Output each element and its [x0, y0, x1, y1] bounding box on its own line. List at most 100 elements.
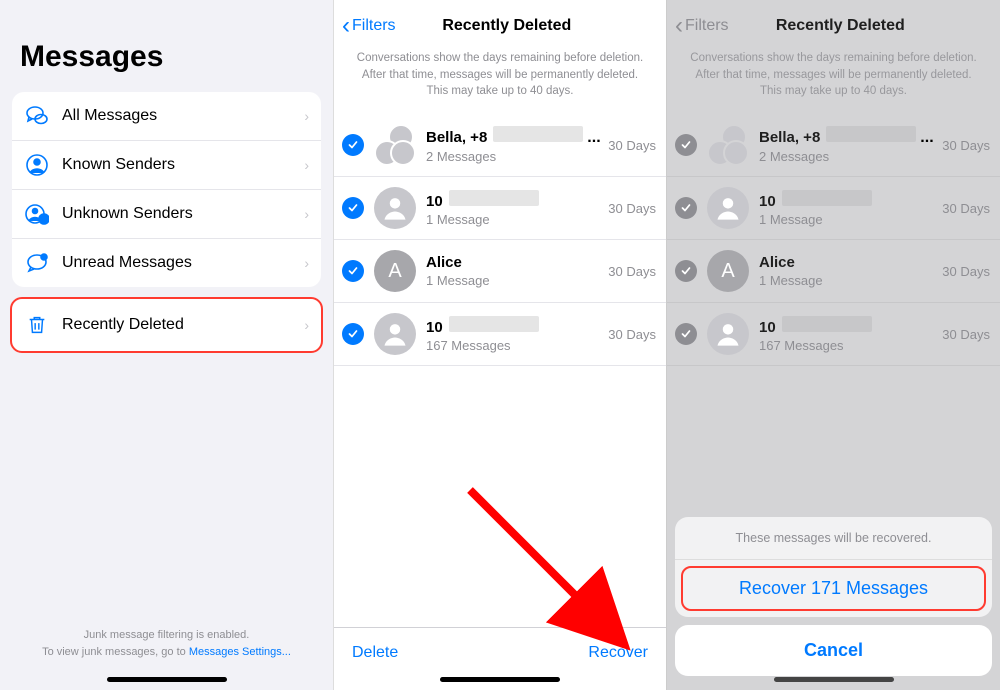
- avatar: A: [374, 250, 416, 292]
- nav-bar: ‹ Filters Recently Deleted: [334, 0, 666, 50]
- bubble-dot-icon: [24, 250, 50, 276]
- person-question-icon: ?: [24, 201, 50, 227]
- filter-label: Recently Deleted: [62, 316, 304, 334]
- messages-settings-link[interactable]: Messages Settings...: [189, 646, 291, 658]
- avatar: [374, 187, 416, 229]
- messages-filters-pane: Messages All Messages › Known Senders › …: [0, 0, 333, 690]
- footer-line: To view junk messages, go to Messages Se…: [20, 644, 313, 661]
- avatar: A: [707, 250, 749, 292]
- filter-all-messages[interactable]: All Messages ›: [12, 92, 321, 141]
- recover-messages-button[interactable]: Recover 171 Messages: [681, 566, 986, 611]
- chevron-right-icon: ›: [304, 317, 309, 333]
- cancel-button[interactable]: Cancel: [675, 625, 992, 676]
- ellipsis: ...: [920, 129, 933, 147]
- selection-checkmark[interactable]: [675, 323, 697, 345]
- conversation-main: Bella, +8...2 Messages: [426, 126, 602, 164]
- deletion-info-text: Conversations show the days remaining be…: [334, 50, 666, 114]
- home-indicator[interactable]: [440, 677, 560, 682]
- message-count: 167 Messages: [426, 338, 602, 353]
- nav-bar: ‹ Filters Recently Deleted: [667, 0, 1000, 50]
- conversation-main: 10 167 Messages: [426, 316, 602, 353]
- days-remaining: 30 Days: [936, 201, 990, 216]
- redacted-text: [826, 126, 916, 142]
- days-remaining: 30 Days: [936, 138, 990, 153]
- message-count: 2 Messages: [426, 149, 602, 164]
- filter-label: Unknown Senders: [62, 205, 304, 223]
- days-remaining: 30 Days: [602, 327, 656, 342]
- avatar: [707, 313, 749, 355]
- trash-icon: [24, 312, 50, 338]
- conversation-row[interactable]: 10 167 Messages30 Days: [334, 303, 666, 366]
- delete-button[interactable]: Delete: [352, 644, 398, 662]
- selection-checkmark[interactable]: [342, 260, 364, 282]
- message-count: 1 Message: [426, 212, 602, 227]
- chevron-right-icon: ›: [304, 108, 309, 124]
- conversation-name: 10: [426, 193, 443, 210]
- footer-line: Junk message filtering is enabled.: [20, 627, 313, 644]
- conversation-main: 10 1 Message: [426, 190, 602, 227]
- conversation-row[interactable]: 10 1 Message30 Days: [334, 177, 666, 240]
- avatar: [707, 124, 749, 166]
- message-count: 2 Messages: [759, 149, 936, 164]
- selection-checkmark[interactable]: [342, 197, 364, 219]
- home-indicator[interactable]: [107, 677, 227, 682]
- person-circle-icon: [24, 152, 50, 178]
- selection-checkmark[interactable]: [342, 134, 364, 156]
- conversation-list: Bella, +8...2 Messages30 Days101 Message…: [334, 114, 666, 366]
- conversation-row[interactable]: 10 1 Message30 Days: [667, 177, 1000, 240]
- redacted-text: [449, 316, 539, 332]
- selection-checkmark[interactable]: [675, 134, 697, 156]
- days-remaining: 30 Days: [936, 327, 990, 342]
- svg-text:?: ?: [42, 217, 46, 224]
- recover-button[interactable]: Recover: [588, 644, 648, 662]
- conversation-main: Bella, +8... 2 Messages: [759, 126, 936, 164]
- conversation-row[interactable]: 10167 Messages30 Days: [667, 303, 1000, 366]
- message-count: 1 Message: [759, 273, 936, 288]
- chevron-left-icon: ‹: [342, 12, 350, 40]
- days-remaining: 30 Days: [602, 201, 656, 216]
- conversation-main: 10 1 Message: [759, 190, 936, 227]
- conversation-name: 10: [426, 319, 443, 336]
- redacted-text: [449, 190, 539, 206]
- selection-checkmark[interactable]: [342, 323, 364, 345]
- home-indicator[interactable]: [774, 677, 894, 682]
- filter-unread-messages[interactable]: Unread Messages ›: [12, 239, 321, 287]
- avatar: [707, 187, 749, 229]
- chevron-right-icon: ›: [304, 255, 309, 271]
- recently-deleted-sheet-pane: ‹ Filters Recently Deleted Conversations…: [666, 0, 1000, 690]
- conversation-name: 10: [759, 193, 776, 210]
- days-remaining: 30 Days: [936, 264, 990, 279]
- sheet-info-text: These messages will be recovered.: [675, 517, 992, 560]
- message-count: 1 Message: [759, 212, 936, 227]
- page-title: Messages: [0, 0, 333, 92]
- filter-unknown-senders[interactable]: ? Unknown Senders ›: [12, 190, 321, 239]
- conversation-row[interactable]: Bella, +8...2 Messages30 Days: [334, 114, 666, 177]
- nav-title: Recently Deleted: [689, 17, 992, 35]
- chevron-right-icon: ›: [304, 157, 309, 173]
- conversation-list: Bella, +8...2 Messages30 Days101 Message…: [667, 114, 1000, 366]
- redacted-text: [782, 316, 872, 332]
- selection-checkmark[interactable]: [675, 260, 697, 282]
- deletion-info-text: Conversations show the days remaining be…: [667, 50, 1000, 114]
- redacted-text: [493, 126, 583, 142]
- chevron-right-icon: ›: [304, 206, 309, 222]
- filter-recently-deleted[interactable]: Recently Deleted ›: [12, 299, 321, 351]
- junk-filter-footer: Junk message filtering is enabled. To vi…: [0, 627, 333, 660]
- filters-card: All Messages › Known Senders › ? Unknown…: [12, 92, 321, 287]
- days-remaining: 30 Days: [602, 264, 656, 279]
- ellipsis: ...: [587, 129, 600, 147]
- nav-title: Recently Deleted: [356, 17, 658, 35]
- conversation-row[interactable]: AAlice1 Message30 Days: [334, 240, 666, 303]
- filter-known-senders[interactable]: Known Senders ›: [12, 141, 321, 190]
- action-sheet: These messages will be recovered. Recove…: [675, 517, 992, 684]
- redacted-text: [782, 190, 872, 206]
- conversation-name: Bella, +8: [759, 129, 820, 146]
- avatar: [374, 124, 416, 166]
- action-sheet-group: These messages will be recovered. Recove…: [675, 517, 992, 617]
- chevron-left-icon: ‹: [675, 12, 683, 40]
- selection-checkmark[interactable]: [675, 197, 697, 219]
- filter-label: Unread Messages: [62, 254, 304, 272]
- conversation-row[interactable]: AAlice1 Message30 Days: [667, 240, 1000, 303]
- conversation-row[interactable]: Bella, +8... 2 Messages30 Days: [667, 114, 1000, 177]
- filter-label: All Messages: [62, 107, 304, 125]
